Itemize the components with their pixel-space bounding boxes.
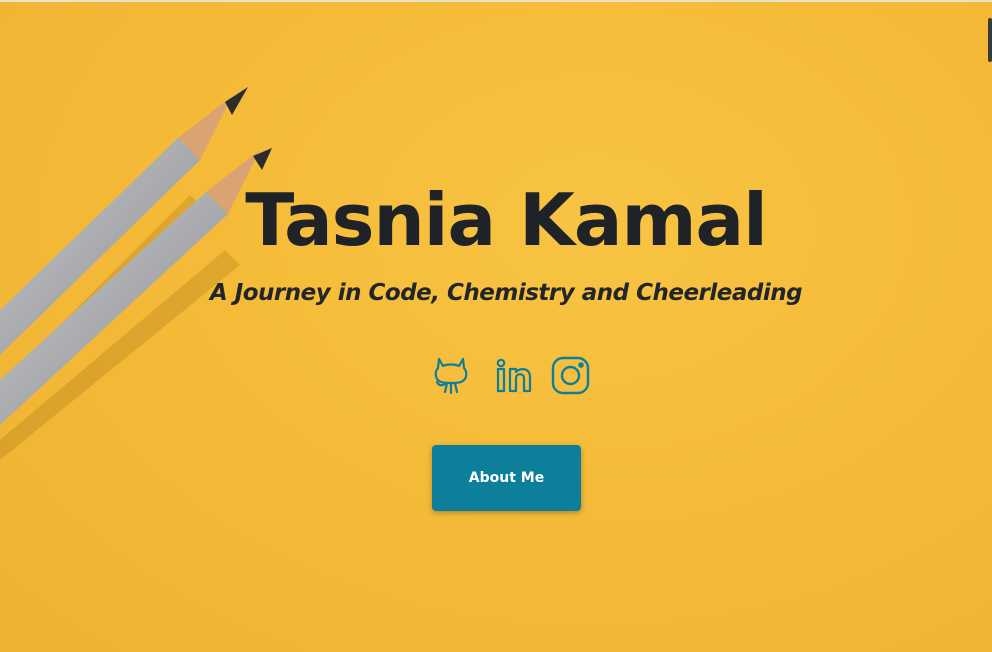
instagram-icon	[551, 356, 590, 395]
pencils-illustration	[0, 87, 272, 460]
linkedin-link[interactable]	[492, 352, 538, 398]
social-links	[428, 352, 598, 398]
top-border	[0, 0, 992, 2]
page-subtitle: A Journey in Code, Chemistry and Cheerle…	[209, 280, 803, 306]
github-icon	[434, 357, 468, 395]
page-title: Tasnia Kamal	[245, 178, 768, 262]
scrollbar-handle[interactable]	[988, 18, 992, 62]
github-link[interactable]	[428, 352, 474, 398]
about-me-button[interactable]: About Me	[432, 445, 581, 511]
instagram-link[interactable]	[548, 352, 594, 398]
hero-section: Tasnia Kamal A Journey in Code, Chemistr…	[0, 0, 992, 652]
linkedin-icon	[496, 358, 532, 393]
